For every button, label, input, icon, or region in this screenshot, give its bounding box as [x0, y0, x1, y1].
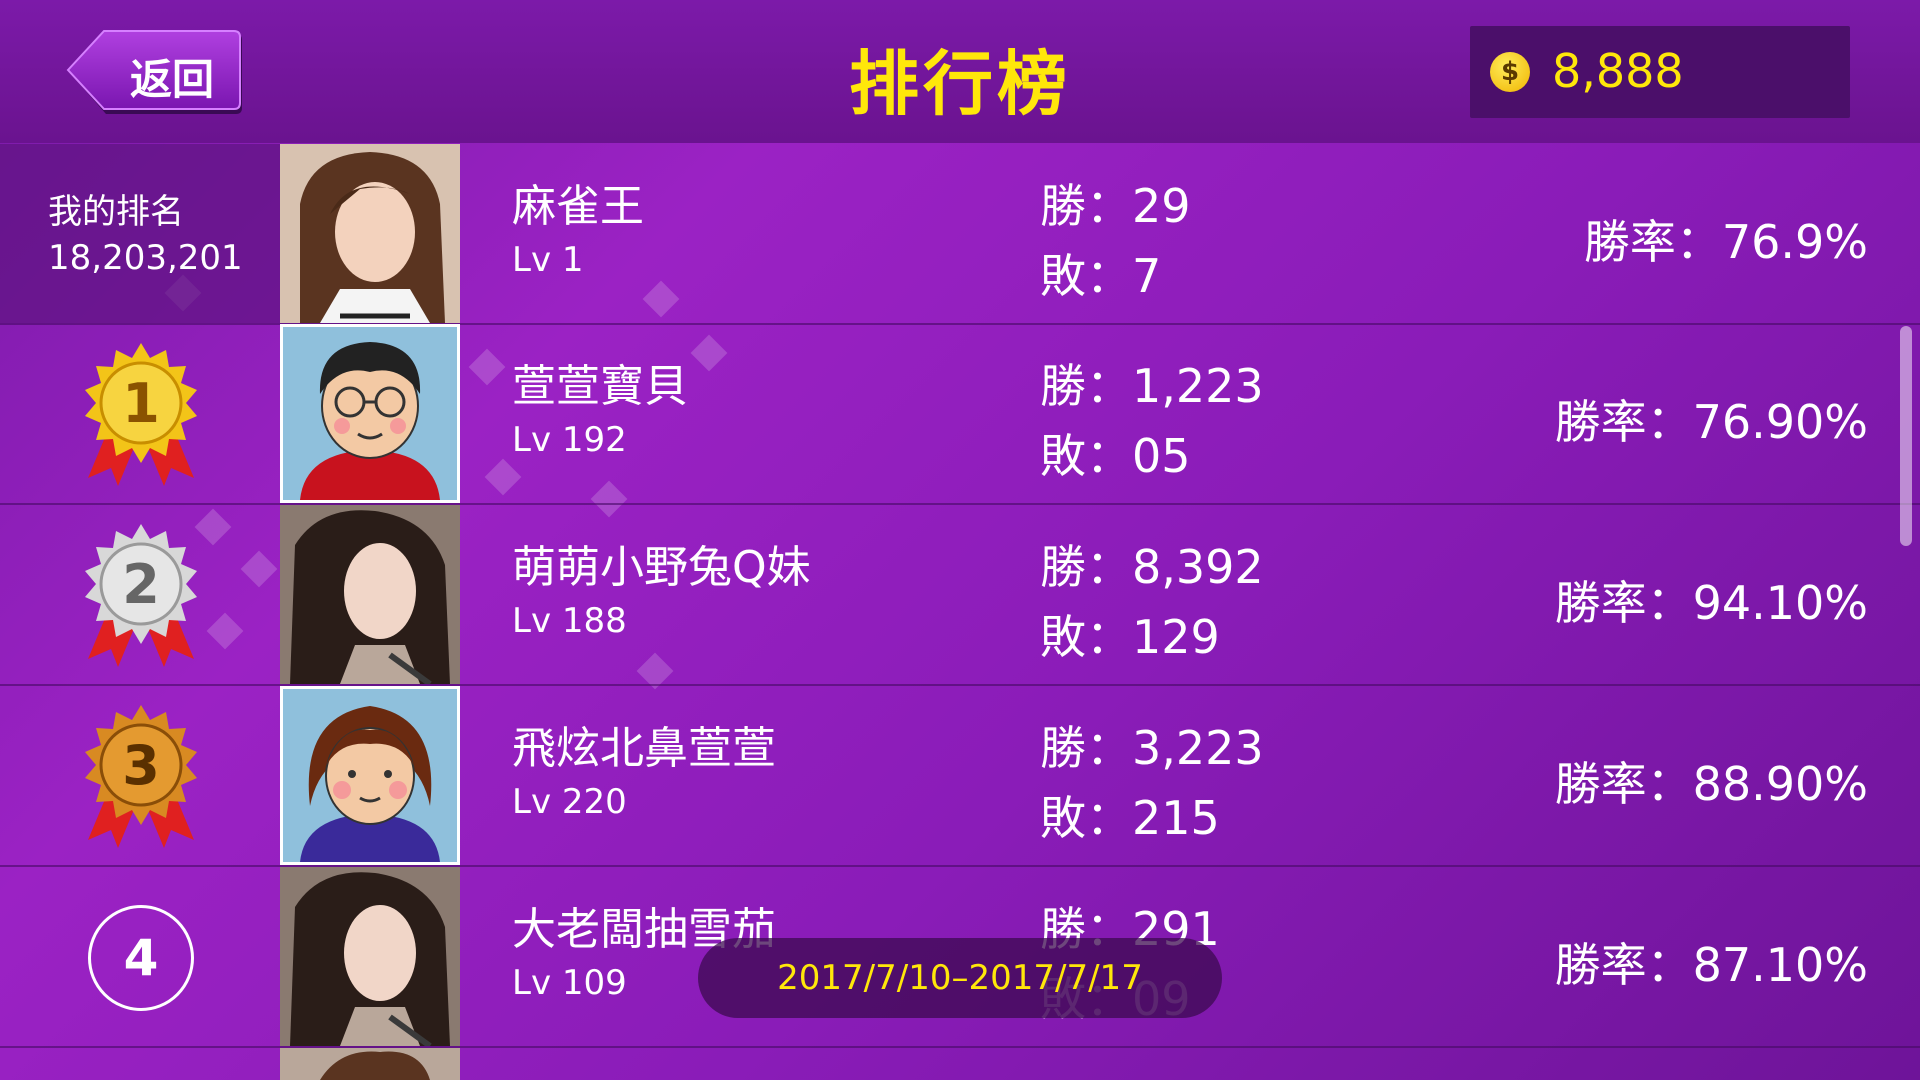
- date-range-badge: 2017/7/10–2017/7/17: [698, 938, 1222, 1018]
- table-row[interactable]: 2 萌萌小野兔Q妹 Lv 188 勝：8,392 敗：129 勝率：94.10%: [0, 505, 1920, 686]
- loss-count: 敗：129: [1040, 610, 1220, 664]
- player-level: Lv 1: [512, 240, 584, 280]
- rank-cell: 4: [0, 867, 280, 1046]
- win-rate: 勝率：94.10%: [1554, 576, 1868, 630]
- loss-count: 敗：05: [1040, 429, 1191, 483]
- scrollbar[interactable]: [1900, 326, 1912, 546]
- loss-count: 敗：7: [1040, 249, 1162, 303]
- avatar: [280, 686, 460, 865]
- player-name: 萱萱寶貝: [512, 361, 688, 412]
- player-level: Lv 192: [512, 420, 627, 460]
- loss-count: 敗：215: [1040, 791, 1220, 845]
- rank-number: 2: [122, 553, 160, 616]
- my-rank-value: 18,203,201: [48, 238, 243, 278]
- rank-cell: 3: [0, 686, 280, 865]
- player-name: 麻雀王: [512, 181, 644, 232]
- player-level: Lv 188: [512, 601, 627, 641]
- table-row[interactable]: 1 萱萱寶貝 Lv 192 勝：1,223 敗：05 勝率：76.90%: [0, 324, 1920, 505]
- avatar: [280, 867, 460, 1046]
- bronze-medal-icon: 3: [85, 705, 197, 848]
- player-name: 萌萌小野兔Q妹: [512, 542, 811, 593]
- avatar: [280, 505, 460, 684]
- gold-medal-icon: 1: [85, 343, 197, 486]
- player-level: Lv 109: [512, 963, 627, 1003]
- coin-value: 8,888: [1552, 44, 1684, 98]
- coin-icon: $: [1490, 52, 1530, 92]
- win-rate: 勝率：76.90%: [1554, 395, 1868, 449]
- avatar: [280, 144, 460, 323]
- rank-cell: 2: [0, 505, 280, 684]
- rank-cell: 1: [0, 324, 280, 503]
- my-rank-label: 我的排名: [48, 192, 184, 232]
- avatar: [280, 324, 460, 503]
- rank-number: 1: [122, 372, 160, 435]
- my-rank-panel: 我的排名 18,203,201: [0, 144, 280, 323]
- win-count: 勝：3,223: [1040, 721, 1264, 775]
- rank-number: 3: [122, 734, 160, 797]
- win-count: 勝：29: [1040, 179, 1191, 233]
- top-bar: 返回 排行榜 $ 8,888: [0, 0, 1920, 143]
- win-count: 勝：8,392: [1040, 540, 1264, 594]
- avatar-partial: [280, 1048, 460, 1080]
- win-rate: 勝率：88.90%: [1554, 757, 1868, 811]
- win-rate: 勝率：87.10%: [1554, 938, 1868, 992]
- coin-balance: $ 8,888: [1470, 26, 1850, 118]
- silver-medal-icon: 2: [85, 524, 197, 667]
- rank-number: 4: [88, 905, 194, 1011]
- win-count: 勝：1,223: [1040, 359, 1264, 413]
- player-level: Lv 220: [512, 782, 627, 822]
- player-name: 飛炫北鼻萱萱: [512, 723, 776, 774]
- table-row[interactable]: 3 飛炫北鼻萱萱 Lv 220 勝：3,223 敗：215 勝率：88.90%: [0, 686, 1920, 867]
- my-rank-row[interactable]: 我的排名 18,203,201 麻雀王 Lv 1 勝：29 敗：7 勝率：76.…: [0, 144, 1920, 325]
- win-rate: 勝率：76.9%: [1583, 215, 1868, 269]
